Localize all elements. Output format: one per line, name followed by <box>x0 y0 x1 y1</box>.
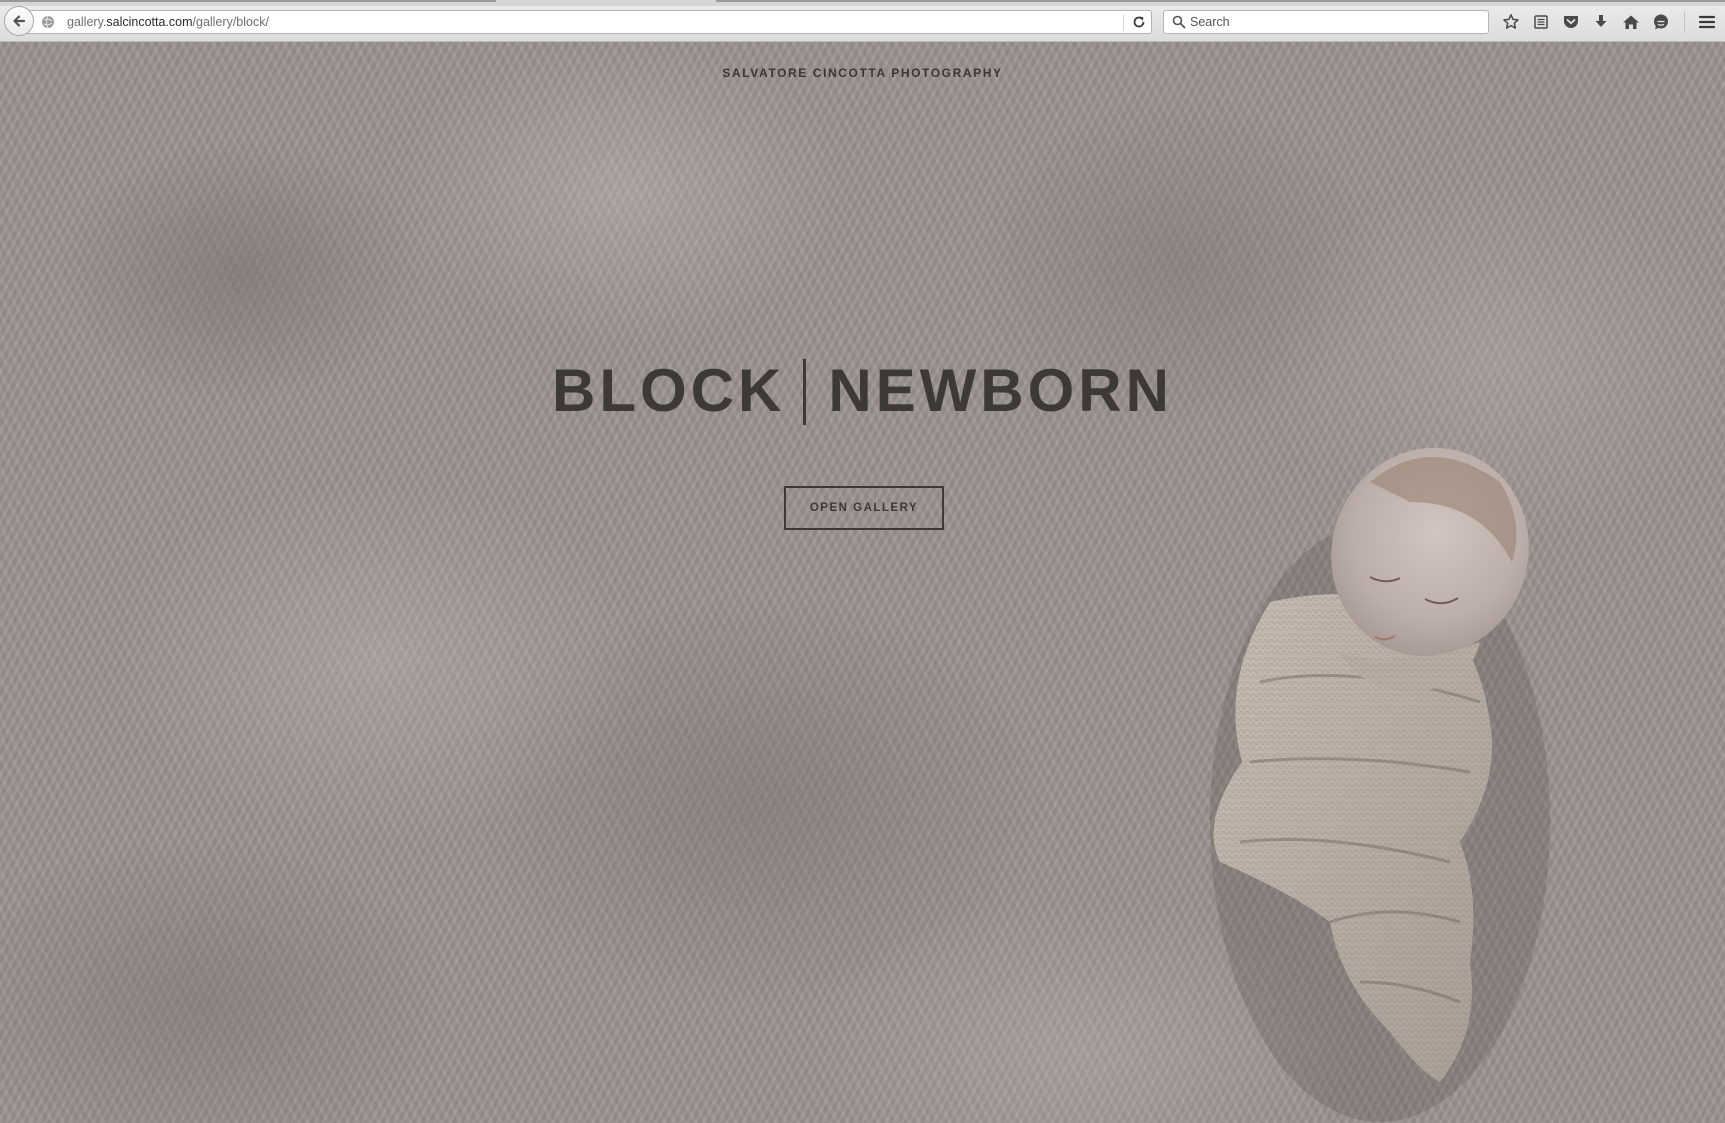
globe-icon[interactable] <box>41 15 55 29</box>
url-bar[interactable]: gallery.salcincotta.com/gallery/block/ <box>24 10 1152 34</box>
back-arrow-icon <box>13 15 26 27</box>
newborn-photo <box>1210 447 1550 1122</box>
back-button[interactable] <box>4 6 34 36</box>
search-input[interactable] <box>1190 13 1480 31</box>
pocket-icon[interactable] <box>1556 10 1586 34</box>
url-domain: salcincotta.com <box>106 15 193 29</box>
toolbar-icons <box>1496 10 1722 34</box>
star-icon[interactable] <box>1496 10 1526 34</box>
gallery-hero: SALVATORE CINCOTTA PHOTOGRAPHY BLOCK NEWB… <box>0 42 1725 1123</box>
reading-list-icon[interactable] <box>1526 10 1556 34</box>
tab-strip <box>0 0 1725 6</box>
title-client: BLOCK <box>552 357 786 424</box>
toolbar-divider <box>1684 11 1685 33</box>
tab-inactive-left[interactable] <box>0 0 496 2</box>
gallery-title: BLOCK NEWBORN <box>0 356 1725 426</box>
menu-icon[interactable] <box>1692 10 1722 34</box>
browser-toolbar: gallery.salcincotta.com/gallery/block/ <box>0 0 1725 42</box>
open-gallery-button[interactable]: OPEN GALLERY <box>784 486 944 530</box>
home-icon[interactable] <box>1616 10 1646 34</box>
url-path: /gallery/block/ <box>192 15 269 29</box>
tab-inactive-right[interactable] <box>716 0 1725 2</box>
search-icon <box>1172 15 1186 29</box>
url-text[interactable]: gallery.salcincotta.com/gallery/block/ <box>67 15 269 29</box>
reload-icon[interactable] <box>1131 14 1147 30</box>
brand-name: SALVATORE CINCOTTA PHOTOGRAPHY <box>722 66 1003 80</box>
url-divider <box>1123 15 1124 31</box>
download-icon[interactable] <box>1586 10 1616 34</box>
title-divider <box>803 359 807 425</box>
chat-icon[interactable] <box>1646 10 1676 34</box>
title-session: NEWBORN <box>828 357 1173 424</box>
search-bar[interactable] <box>1163 10 1489 34</box>
url-prefix: gallery. <box>67 15 107 29</box>
